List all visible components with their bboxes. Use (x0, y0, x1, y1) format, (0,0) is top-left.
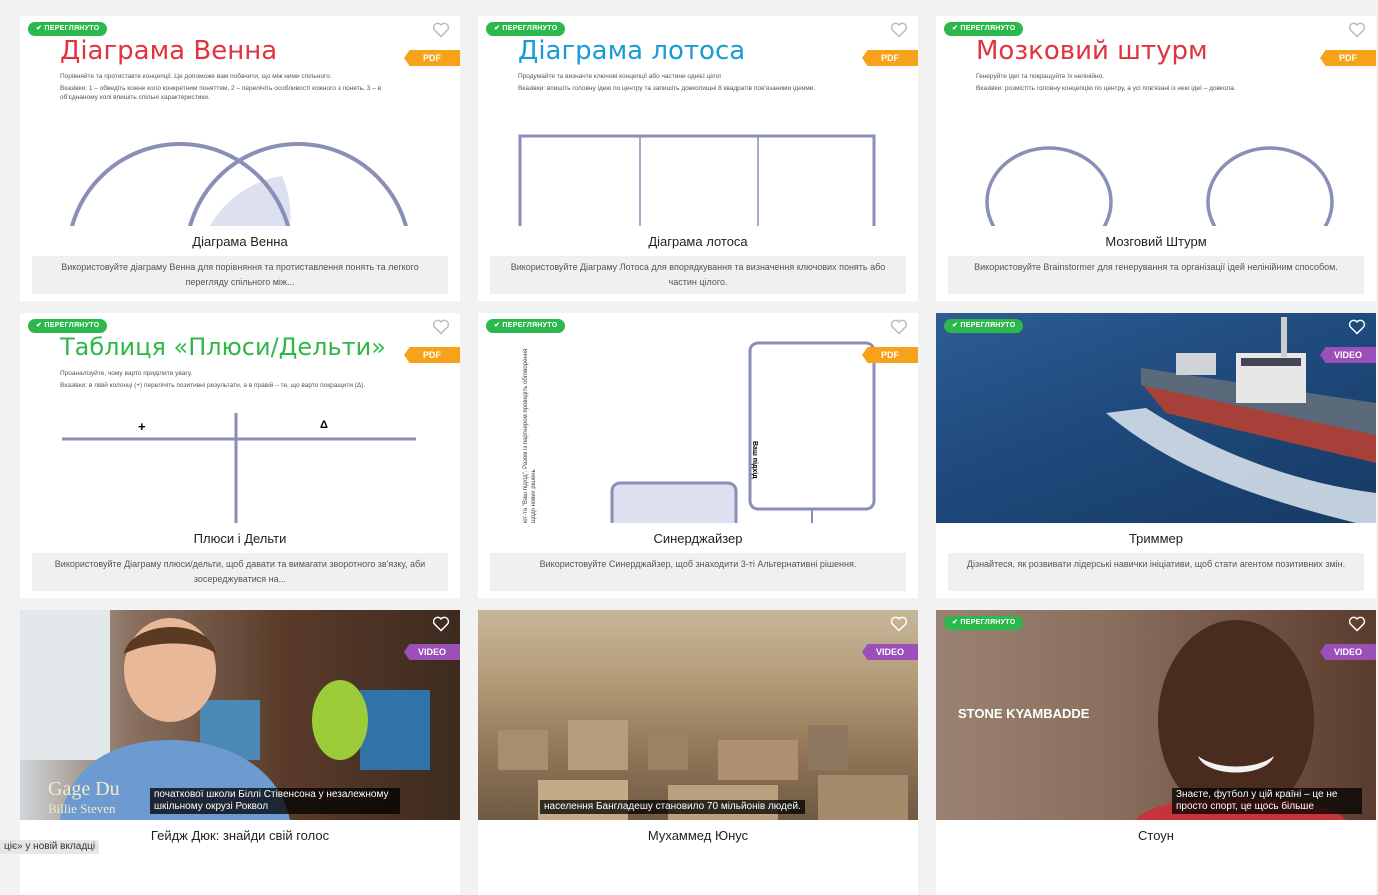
video-tag: VIDEO (404, 644, 460, 660)
card-thumbnail[interactable]: ✔ ПЕРЕГЛЯНУТО PDF Мозковий штурм Генеруй… (936, 16, 1376, 226)
speaker-name: Gage Du Billie Steven (48, 778, 120, 817)
resource-card-plus-delta[interactable]: ✔ ПЕРЕГЛЯНУТО PDF Таблиця «Плюси/Дельти»… (20, 313, 460, 598)
browser-status-bar: ціє» у новій вкладці (0, 840, 99, 854)
card-thumbnail[interactable]: ✔ ПЕРЕГЛЯНУТО PDF Діаграма лотоса Продум… (478, 16, 918, 226)
viewed-badge: ✔ ПЕРЕГЛЯНУТО (28, 319, 107, 333)
venn-diagram (20, 136, 460, 226)
card-thumbnail[interactable]: ✔ ПЕРЕГЛЯНУТО PDF ют-та "Ваш підхід". Ра… (478, 313, 918, 523)
heart-icon[interactable] (890, 616, 908, 632)
card-title[interactable]: Триммер (936, 531, 1376, 546)
doc-title: Таблиця «Плюси/Дельти» (60, 333, 386, 361)
pdf-tag: PDF (1320, 50, 1376, 66)
video-tag: VIDEO (862, 644, 918, 660)
card-title[interactable]: Діаграма Венна (20, 234, 460, 249)
doc-title: Мозковий штурм (976, 36, 1208, 66)
delta-label: Δ (320, 419, 328, 431)
video-tag: VIDEO (1320, 644, 1376, 660)
synergizer-boxes (478, 313, 918, 523)
card-description: Використовуйте Brainstormer для генерува… (948, 256, 1364, 294)
card-title[interactable]: Мухаммед Юнус (478, 828, 918, 843)
viewed-badge: ✔ ПЕРЕГЛЯНУТО (28, 22, 107, 36)
doc-subtitle: Продумайте та визначте ключові концепції… (518, 72, 848, 93)
video-tag: VIDEO (1320, 347, 1376, 363)
pdf-tag: PDF (404, 50, 460, 66)
card-title[interactable]: Мозговий Штурм (936, 234, 1376, 249)
heart-icon[interactable] (890, 319, 908, 335)
viewed-badge: ✔ ПЕРЕГЛЯНУТО (944, 616, 1023, 630)
video-thumbnail[interactable]: ✔ ПЕРЕГЛЯНУТО VIDEO STONE KYAMBADDE Знає… (936, 610, 1376, 820)
pdf-tag: PDF (862, 347, 918, 363)
card-description: Використовуйте діаграму Венна для порівн… (32, 256, 448, 294)
card-description: Використовуйте Діаграму плюси/дельти, що… (32, 553, 448, 591)
heart-icon[interactable] (432, 319, 450, 335)
lotus-grid (478, 132, 918, 226)
resource-card-yunus[interactable]: VIDEO населення Бангладешу становило 70 … (478, 610, 918, 895)
viewed-badge: ✔ ПЕРЕГЛЯНУТО (486, 22, 565, 36)
card-description: Використовуйте Діаграму Лотоса для впоря… (490, 256, 906, 294)
heart-icon[interactable] (1348, 319, 1366, 335)
viewed-badge: ✔ ПЕРЕГЛЯНУТО (944, 22, 1023, 36)
ship-image (936, 313, 1376, 523)
resource-card-brainstorm[interactable]: ✔ ПЕРЕГЛЯНУТО PDF Мозковий штурм Генеруй… (936, 16, 1376, 301)
card-description: Дізнайтеся, як розвивати лідерські навич… (948, 553, 1364, 591)
heart-icon[interactable] (1348, 22, 1366, 38)
plus-delta-table (20, 413, 460, 523)
speaker-name: STONE KYAMBADDE (958, 706, 1089, 721)
card-description: Використовуйте Синерджайзер, щоб знаходи… (490, 553, 906, 591)
plus-label: + (138, 419, 146, 434)
brainstorm-ovals (936, 142, 1376, 226)
video-subtitle: Знаєте, футбол у цій країні – це не прос… (1172, 788, 1362, 814)
card-title[interactable]: Синерджайзер (478, 531, 918, 546)
doc-subtitle: Генеруйте ідеї та покращуйте їх нелінійн… (976, 72, 1306, 93)
resource-card-synergizer[interactable]: ✔ ПЕРЕГЛЯНУТО PDF ют-та "Ваш підхід". Ра… (478, 313, 918, 598)
resource-card-lotus[interactable]: ✔ ПЕРЕГЛЯНУТО PDF Діаграма лотоса Продум… (478, 16, 918, 301)
card-title[interactable]: Діаграма лотоса (478, 234, 918, 249)
card-thumbnail[interactable]: ✔ ПЕРЕГЛЯНУТО PDF Діаграма Венна Порівня… (20, 16, 460, 226)
your-approach-label: Ваш підхід (751, 441, 758, 479)
video-thumbnail[interactable]: VIDEO населення Бангладешу становило 70 … (478, 610, 918, 820)
heart-icon[interactable] (432, 616, 450, 632)
card-title[interactable]: Стоун (936, 828, 1376, 843)
video-thumbnail[interactable]: VIDEO Gage Du Billie Steven початкової ш… (20, 610, 460, 820)
city-image (478, 610, 918, 820)
doc-subtitle: Проаналізуйте, чому варто приділити уваг… (60, 369, 390, 390)
heart-icon[interactable] (432, 22, 450, 38)
resource-card-stone[interactable]: ✔ ПЕРЕГЛЯНУТО VIDEO STONE KYAMBADDE Знає… (936, 610, 1376, 895)
viewed-badge: ✔ ПЕРЕГЛЯНУТО (944, 319, 1023, 333)
card-title[interactable]: Плюси і Дельти (20, 531, 460, 546)
heart-icon[interactable] (1348, 616, 1366, 632)
video-subtitle: населення Бангладешу становило 70 мільйо… (540, 800, 805, 814)
pdf-tag: PDF (862, 50, 918, 66)
resource-card-venn[interactable]: ✔ ПЕРЕГЛЯНУТО PDF Діаграма Венна Порівня… (20, 16, 460, 301)
viewed-badge: ✔ ПЕРЕГЛЯНУТО (486, 319, 565, 333)
resource-card-trimmer[interactable]: ✔ ПЕРЕГЛЯНУТО VIDEO Триммер Дізнайтеся, … (936, 313, 1376, 598)
doc-subtitle: Порівняйте та протиставте концепції. Це … (60, 72, 390, 102)
doc-title: Діаграма Венна (60, 36, 277, 66)
video-subtitle: початкової школи Біллі Стівенсона у неза… (150, 788, 400, 814)
doc-title: Діаграма лотоса (518, 36, 745, 66)
card-thumbnail[interactable]: ✔ ПЕРЕГЛЯНУТО PDF Таблиця «Плюси/Дельти»… (20, 313, 460, 523)
heart-icon[interactable] (890, 22, 908, 38)
pdf-tag: PDF (404, 347, 460, 363)
video-thumbnail[interactable]: ✔ ПЕРЕГЛЯНУТО VIDEO (936, 313, 1376, 523)
